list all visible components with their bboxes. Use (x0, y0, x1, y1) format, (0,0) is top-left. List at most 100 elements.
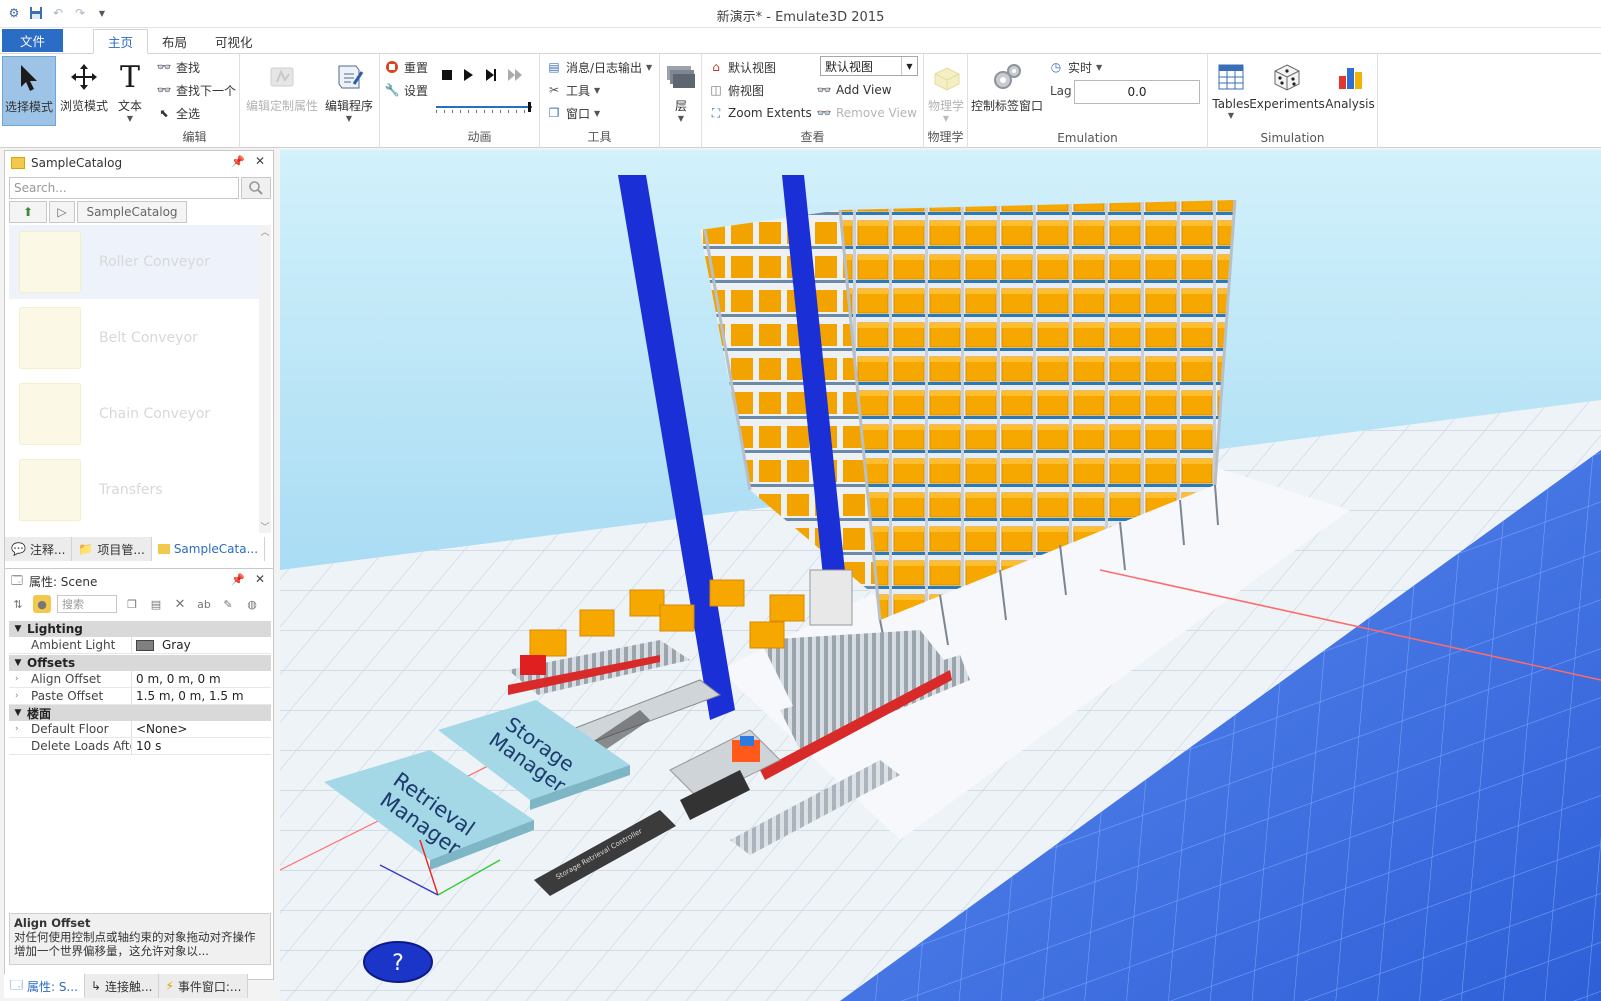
play-icon[interactable] (464, 69, 473, 81)
edit-program-caret[interactable]: ▼ (346, 114, 352, 123)
catalog-breadcrumb-item[interactable]: SampleCatalog (77, 201, 187, 223)
tab-event-window[interactable]: ⚡ 事件窗口:... (159, 974, 249, 998)
collapse-icon[interactable]: ▼ (9, 624, 27, 634)
paste-icon[interactable]: ▤ (147, 595, 165, 613)
catalog-item[interactable]: Chain Conveyor (9, 377, 259, 451)
speed-slider-thumb[interactable] (528, 102, 531, 112)
text-dropdown-caret[interactable]: ▼ (127, 114, 133, 123)
add-view-button[interactable]: 👓 Add View (816, 80, 892, 100)
property-value[interactable]: 0 m, 0 m, 0 m (131, 671, 271, 687)
rename-icon[interactable]: ab (195, 595, 213, 613)
expand-icon[interactable]: › (15, 724, 19, 734)
help-button[interactable]: ? (363, 941, 433, 983)
expand-icon[interactable]: › (15, 674, 19, 684)
default-view-button[interactable]: ⌂ 默认视图 (708, 57, 776, 77)
window-button[interactable]: ❐ 窗口 ▼ (546, 103, 601, 123)
find-button[interactable]: 👓 查找 (156, 57, 201, 77)
scroll-up-icon[interactable]: ︿ (259, 225, 271, 238)
tab-layout[interactable]: 布局 (148, 29, 201, 53)
tables-button[interactable]: Tables ▼ (1210, 56, 1252, 126)
step-icon[interactable] (486, 69, 496, 81)
properties-search-input[interactable]: 搜索 (57, 595, 117, 613)
tab-properties[interactable]: 🗔 属性: S... (4, 974, 85, 998)
edit-custom-props-button[interactable]: 编辑定制属性 (244, 56, 320, 126)
tab-project-manager[interactable]: 📁 项目管... (72, 537, 152, 561)
layers-button[interactable]: 层 ▼ (664, 56, 698, 126)
reset-button[interactable]: 重置 (384, 57, 428, 77)
tools-button[interactable]: ✂ 工具 ▼ (546, 80, 600, 100)
sort-az-icon[interactable]: ⇅ (9, 595, 27, 613)
browse-mode-button[interactable]: 浏览模式 (58, 56, 110, 126)
messages-log-button[interactable]: ▤ 消息/日志输出 ▼ (546, 57, 652, 77)
property-value[interactable]: 1.5 m, 0 m, 1.5 m (131, 688, 271, 704)
catalog-item[interactable]: Roller Conveyor (9, 225, 259, 299)
ribbon-tab-strip: 文件 主页 布局 可视化 (0, 28, 1601, 54)
tab-annotations-label: 注释... (29, 542, 66, 557)
view-select[interactable]: 默认视图 ▼ (820, 56, 918, 76)
realtime-button[interactable]: ◷ 实时 ▼ (1048, 57, 1102, 77)
collapse-icon[interactable]: ▼ (9, 708, 27, 718)
settings-button[interactable]: 🔧 设置 (384, 80, 429, 100)
experiments-button[interactable]: Experiments (1249, 56, 1325, 126)
property-row[interactable]: Ambient Light Gray (9, 637, 271, 654)
scene-canvas[interactable]: StorageManager RetrievalManager Storage … (280, 150, 1601, 1001)
tab-sample-catalog[interactable]: SampleCata... (151, 537, 266, 561)
pin-icon[interactable]: 📌 (231, 155, 245, 168)
stop-icon[interactable] (442, 70, 452, 80)
category-lighting[interactable]: ▼ Lighting (9, 621, 271, 637)
select-mode-button[interactable]: 选择模式 (2, 56, 56, 126)
globe-icon[interactable]: ◍ (243, 595, 261, 613)
category-offsets[interactable]: ▼ Offsets (9, 655, 271, 671)
properties-icon: 🗔 (11, 573, 23, 587)
remove-view-button[interactable]: 👓 Remove View (816, 103, 917, 123)
copy-icon[interactable]: ❐ (123, 595, 141, 613)
property-value[interactable]: <None> (131, 721, 271, 737)
simulation-group-label: Simulation (1260, 131, 1325, 145)
control-tags-window-button[interactable]: 控制标签窗口 (970, 56, 1044, 126)
tab-connections[interactable]: ↳ 连接触... (84, 974, 160, 998)
lag-input[interactable]: 0.0 (1074, 80, 1200, 104)
property-row[interactable]: › Paste Offset 1.5 m, 0 m, 1.5 m (9, 688, 271, 705)
edit-program-button[interactable]: 编辑程序 ▼ (322, 56, 376, 126)
property-row[interactable]: Delete Loads After 10 s (9, 738, 271, 755)
speed-slider[interactable] (436, 102, 532, 113)
category-floor[interactable]: ▼ 楼面 (9, 705, 271, 721)
text-button[interactable]: T 文本 ▼ (112, 56, 148, 126)
analysis-button[interactable]: Analysis (1324, 56, 1376, 126)
close-icon[interactable]: ✕ (255, 572, 265, 586)
3d-viewport[interactable]: StorageManager RetrievalManager Storage … (280, 150, 1601, 1001)
view-select-chevron-down-icon[interactable]: ▼ (901, 57, 917, 75)
property-value[interactable]: Gray (131, 637, 271, 653)
physics-button[interactable]: 物理学 ▼ (926, 56, 966, 126)
find-next-button[interactable]: 👓 查找下一个 (156, 80, 237, 100)
tab-annotations[interactable]: 💬 注释... (5, 537, 73, 561)
catalog-search-input[interactable]: Search... (9, 177, 239, 199)
tab-visualization[interactable]: 可视化 (201, 29, 267, 53)
collapse-icon[interactable]: ▼ (9, 658, 27, 668)
script-edit-icon (332, 60, 366, 94)
property-row[interactable]: › Align Offset 0 m, 0 m, 0 m (9, 671, 271, 688)
catalog-item[interactable]: Transfers (9, 453, 259, 527)
catalog-scrollbar[interactable]: ︿ ﹀ (259, 225, 271, 533)
search-icon[interactable] (241, 177, 271, 199)
pin-icon[interactable]: 📌 (231, 573, 245, 586)
help-icon[interactable]: ? (392, 951, 404, 976)
catalog-up-icon[interactable]: ⬆ (9, 201, 47, 223)
expand-icon[interactable]: › (15, 691, 19, 701)
zoom-extents-button[interactable]: ⛶ Zoom Extents (708, 103, 812, 123)
tab-home[interactable]: 主页 (93, 29, 149, 54)
close-icon[interactable]: ✕ (255, 154, 265, 168)
categorized-icon[interactable]: ● (33, 595, 51, 613)
top-view-button[interactable]: ◫ 俯视图 (708, 80, 764, 100)
scroll-down-icon[interactable]: ﹀ (259, 520, 271, 533)
fast-forward-icon[interactable] (508, 69, 522, 81)
catalog-item[interactable]: Belt Conveyor (9, 301, 259, 375)
property-value[interactable]: 10 s (131, 738, 271, 754)
edit-icon[interactable]: ✎ (219, 595, 237, 613)
catalog-expand-icon[interactable]: ▷ (49, 201, 75, 223)
transfers-thumbnail (19, 459, 81, 521)
property-row[interactable]: › Default Floor <None> (9, 721, 271, 738)
tab-file[interactable]: 文件 (2, 29, 64, 52)
delete-icon[interactable]: ✕ (171, 595, 189, 613)
select-all-button[interactable]: ⬉ 全选 (156, 103, 200, 123)
